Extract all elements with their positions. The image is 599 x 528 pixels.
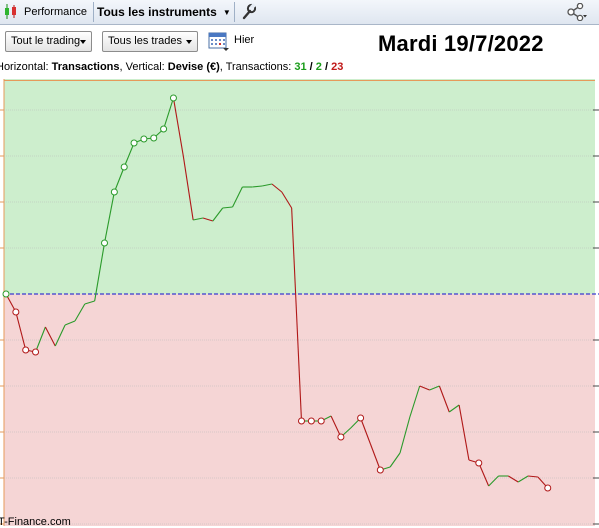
toolbar-divider [93, 2, 94, 22]
chart-info-line: Horizontal: Transactions, Vertical: Devi… [0, 61, 343, 73]
equity-chart [0, 79, 599, 526]
data-point [101, 239, 108, 247]
chevron-down-icon: ▼ [222, 8, 231, 17]
data-point [376, 466, 384, 474]
data-point [357, 414, 365, 422]
loss-zone [4, 294, 595, 526]
top-toolbar: Performance Tous les instruments ▼ [0, 0, 599, 25]
instruments-dropdown[interactable]: Tous les instruments ▼ [97, 0, 231, 24]
data-point [120, 163, 128, 171]
trades-dropdown[interactable]: Tous les trades [102, 31, 198, 52]
toolbar-divider [234, 2, 235, 22]
total-transactions: 31 [294, 61, 307, 73]
data-point [307, 417, 315, 425]
data-point [110, 188, 118, 196]
instruments-label: Tous les instruments [97, 5, 217, 19]
horizontal-axis-value: Transactions [51, 61, 120, 73]
vertical-axis-value: Devise (€) [167, 61, 220, 73]
data-point [298, 417, 305, 425]
data-point [32, 348, 40, 356]
data-point [169, 94, 177, 102]
data-point [12, 308, 20, 316]
share-icon[interactable] [566, 3, 588, 21]
data-point [544, 484, 552, 492]
footer-brand: T-Finance.com [0, 516, 71, 528]
separator: / [321, 61, 332, 73]
data-point [22, 346, 30, 354]
data-point [130, 139, 138, 147]
performance-tab[interactable]: Performance [24, 0, 87, 24]
trading-dropdown[interactable]: Tout le trading [5, 31, 92, 52]
calendar-icon[interactable] [208, 31, 230, 51]
vertical-prefix: , Vertical: [119, 61, 168, 73]
data-point [475, 459, 483, 467]
data-point [2, 290, 10, 298]
separator: / [306, 61, 316, 73]
data-point [150, 134, 158, 142]
data-point [160, 125, 168, 133]
transactions-prefix: , Transactions: [219, 61, 295, 73]
candlestick-icon[interactable] [3, 3, 19, 20]
data-point [317, 417, 325, 425]
losing-transactions: 23 [331, 61, 344, 73]
profit-zone [4, 79, 595, 294]
date-title: Mardi 19/7/2022 [378, 31, 544, 56]
data-point [140, 135, 148, 143]
data-point [337, 433, 345, 441]
horizontal-prefix: Horizontal: [0, 61, 52, 73]
wrench-icon[interactable] [240, 3, 256, 20]
chart-background [3, 79, 595, 526]
yesterday-link[interactable]: Hier [234, 34, 254, 46]
